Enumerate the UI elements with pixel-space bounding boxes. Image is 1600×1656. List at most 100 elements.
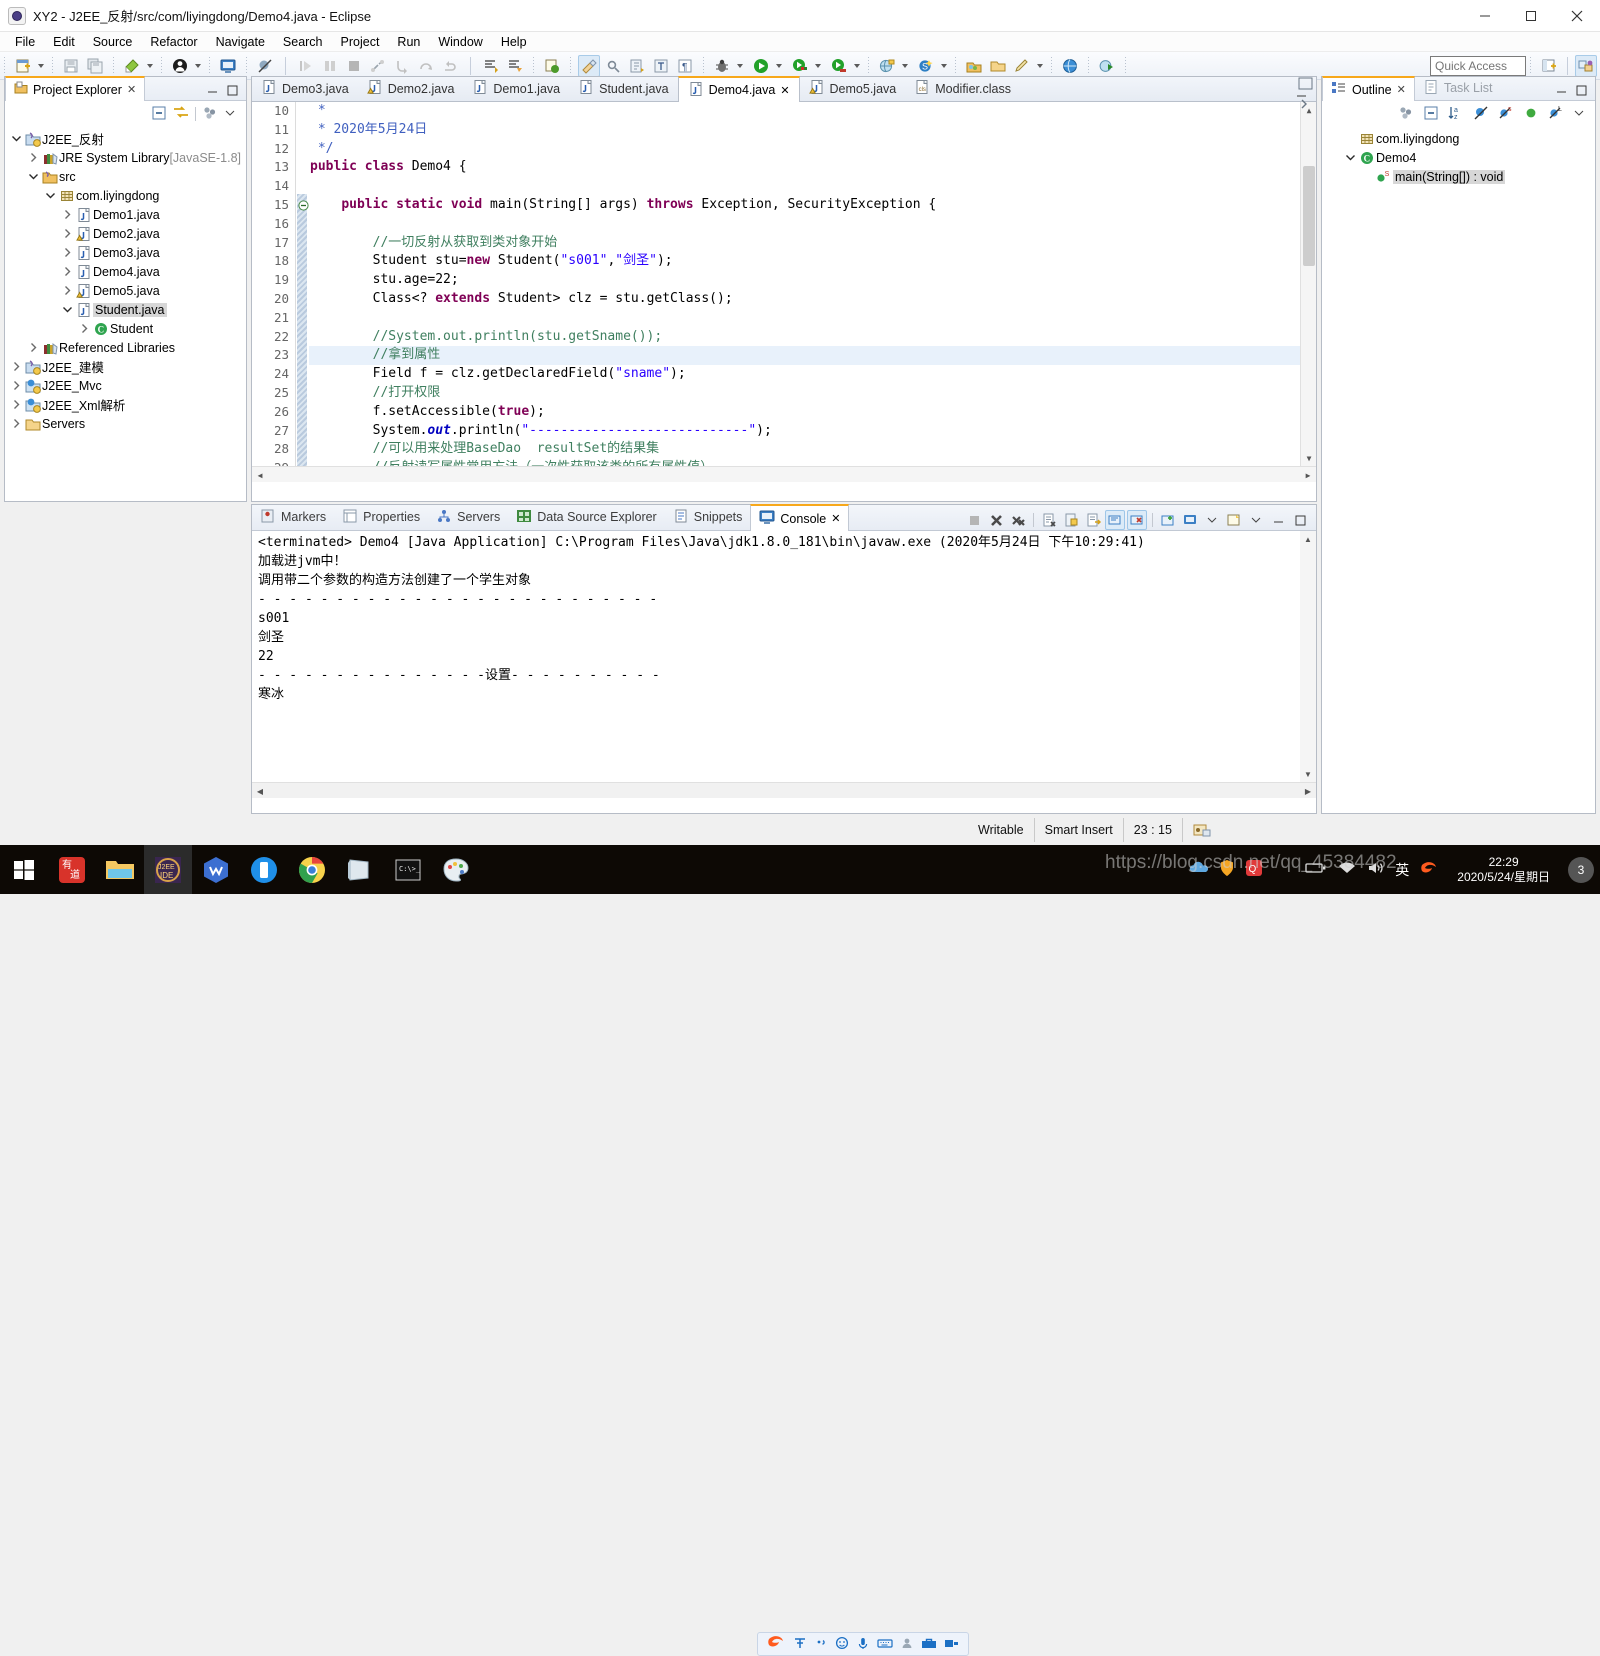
code-line[interactable]: public static void main(String[] args) t… xyxy=(310,196,1300,215)
maximize-console-icon[interactable] xyxy=(1290,510,1310,530)
web-browser-icon[interactable] xyxy=(1059,55,1081,77)
code-line[interactable] xyxy=(310,309,1300,328)
tree-item[interactable]: Demo5.java xyxy=(5,281,246,300)
new-server-dropdown-icon[interactable] xyxy=(899,55,910,77)
ime-skin-icon[interactable] xyxy=(944,1636,960,1653)
bottom-tab-console[interactable]: Console ✕ xyxy=(750,504,850,531)
console-scroll-down-icon[interactable]: ▼ xyxy=(1300,766,1316,782)
minimize-console-icon[interactable] xyxy=(1268,510,1288,530)
code-line[interactable]: * xyxy=(310,102,1300,121)
ime-voice-icon[interactable] xyxy=(856,1636,870,1653)
run-icon[interactable] xyxy=(750,55,772,77)
search-small-icon[interactable] xyxy=(602,55,624,77)
editor-tab-demo3-java[interactable]: Demo3.java xyxy=(252,76,358,101)
tab-project-explorer[interactable]: Project Explorer ✕ xyxy=(5,76,146,101)
close-icon[interactable]: ✕ xyxy=(831,512,840,525)
tree-item[interactable]: Demo2.java xyxy=(5,224,246,243)
save-icon[interactable] xyxy=(60,55,82,77)
code-line[interactable] xyxy=(310,177,1300,196)
open-package-icon[interactable] xyxy=(963,55,985,77)
menu-edit[interactable]: Edit xyxy=(44,33,84,51)
edit-pencil-icon[interactable] xyxy=(1011,55,1033,77)
last-edit-location-icon[interactable] xyxy=(626,55,648,77)
chevron-right-icon[interactable] xyxy=(60,228,75,239)
editor-tab-demo4-java[interactable]: Demo4.java ✕ xyxy=(677,76,800,102)
remove-all-launches-icon[interactable] xyxy=(1008,510,1028,530)
hide-local-icon[interactable]: L xyxy=(1548,105,1564,124)
tree-item[interactable]: Referenced Libraries xyxy=(5,338,246,357)
java-ee-perspective-icon[interactable] xyxy=(1575,54,1597,77)
chevron-down-icon[interactable] xyxy=(26,171,41,182)
outline-tree[interactable]: com.liyingdong C Demo4 Smain(String[]) : vo… xyxy=(1322,127,1595,186)
taskbar-clock[interactable]: 22:29 2020/5/24/星期日 xyxy=(1449,855,1558,885)
chevron-down-icon[interactable] xyxy=(60,304,75,315)
taskbar-terminal-icon[interactable]: C:\>_ xyxy=(384,845,432,894)
outline-tab-outline[interactable]: Outline ✕ xyxy=(1322,76,1415,101)
qq-icon[interactable]: Q xyxy=(1245,859,1263,880)
ime-language-bar[interactable] xyxy=(757,1632,969,1656)
code-line[interactable]: System.out.println("--------------------… xyxy=(310,422,1300,441)
editor-horizontal-scrollbar[interactable]: ◀ ▶ xyxy=(252,466,1316,482)
ime-tray-icon[interactable]: 英 xyxy=(1395,860,1409,880)
sort-members-icon[interactable] xyxy=(1398,105,1414,124)
start-button[interactable] xyxy=(0,845,48,894)
volume-icon[interactable] xyxy=(1367,860,1385,879)
console-horizontal-scrollbar[interactable]: ◀ ▶ xyxy=(252,782,1316,798)
chevron-right-icon[interactable] xyxy=(60,247,75,258)
notification-badge[interactable]: 3 xyxy=(1568,856,1594,883)
ime-toolbox-icon[interactable] xyxy=(921,1636,937,1653)
chevron-right-icon[interactable] xyxy=(26,152,41,163)
new-console-view-icon[interactable] xyxy=(1158,510,1178,530)
outline-item[interactable]: C Demo4 xyxy=(1322,148,1595,167)
close-console-icon[interactable] xyxy=(1127,510,1147,530)
editor-tab-demo2-java[interactable]: Demo2.java xyxy=(358,76,464,101)
editor-tab-modifier-class[interactable]: cls Modifier.class xyxy=(905,76,1020,101)
ime-user-icon[interactable] xyxy=(900,1636,914,1653)
view-menu-icon[interactable] xyxy=(202,105,218,124)
debug-icon[interactable] xyxy=(711,55,733,77)
tree-item[interactable]: C Student xyxy=(5,319,246,338)
menu-source[interactable]: Source xyxy=(84,33,142,51)
ime-punctuation-icon[interactable] xyxy=(814,1636,828,1653)
menu-window[interactable]: Window xyxy=(429,33,491,51)
new-server-icon[interactable] xyxy=(876,55,898,77)
onedrive-icon[interactable] xyxy=(1189,860,1209,879)
close-icon[interactable]: ✕ xyxy=(127,83,136,96)
maximize-outline-icon[interactable] xyxy=(1575,84,1588,100)
chevron-right-icon[interactable] xyxy=(60,209,75,220)
maximize-button[interactable] xyxy=(1508,0,1554,32)
open-task-icon[interactable] xyxy=(541,55,563,77)
console-vertical-scrollbar[interactable]: ▲ ▼ xyxy=(1300,531,1316,782)
bottom-tab-snippets[interactable]: Snippets xyxy=(665,504,751,530)
outline-tab-task-list[interactable]: Task List xyxy=(1415,76,1501,100)
terminate-console-icon[interactable] xyxy=(964,510,984,530)
minimize-outline-icon[interactable] xyxy=(1555,84,1568,100)
taskbar-paint-icon[interactable] xyxy=(432,845,480,894)
menu-project[interactable]: Project xyxy=(332,33,389,51)
run-on-server-icon[interactable] xyxy=(1096,55,1118,77)
menu-search[interactable]: Search xyxy=(274,33,332,51)
bottom-tab-markers[interactable]: Markers xyxy=(252,504,334,530)
new-java-dropdown-icon[interactable] xyxy=(144,55,155,77)
code-line[interactable]: */ xyxy=(310,140,1300,159)
chevron-right-icon[interactable] xyxy=(9,380,24,391)
security-shield-icon[interactable] xyxy=(1219,859,1235,880)
tree-item[interactable]: J2EE_反射 xyxy=(5,129,246,148)
outline-view-menu-icon[interactable] xyxy=(1573,107,1585,122)
tree-item[interactable]: J2EE_Xml解析 xyxy=(5,395,246,414)
console-output-area[interactable]: <terminated> Demo4 [Java Application] C:… xyxy=(252,531,1316,798)
bottom-tab-data-source-explorer[interactable]: Data Source Explorer xyxy=(508,504,665,530)
menu-run[interactable]: Run xyxy=(388,33,429,51)
code-line[interactable]: Field f = clz.getDeclaredField("sname"); xyxy=(310,365,1300,384)
new-java-project-icon[interactable] xyxy=(121,55,143,77)
open-console-icon[interactable] xyxy=(1224,510,1244,530)
chevron-right-icon[interactable] xyxy=(60,285,75,296)
scroll-right-icon[interactable]: ▶ xyxy=(1300,467,1316,482)
next-annotation-icon[interactable] xyxy=(480,55,502,77)
tree-item[interactable]: Demo4.java xyxy=(5,262,246,281)
link-with-editor-icon[interactable] xyxy=(173,105,189,124)
tree-item[interactable]: src xyxy=(5,167,246,186)
code-line[interactable]: stu.age=22; xyxy=(310,271,1300,290)
collapse-all-icon[interactable] xyxy=(151,105,167,124)
code-line[interactable] xyxy=(310,215,1300,234)
